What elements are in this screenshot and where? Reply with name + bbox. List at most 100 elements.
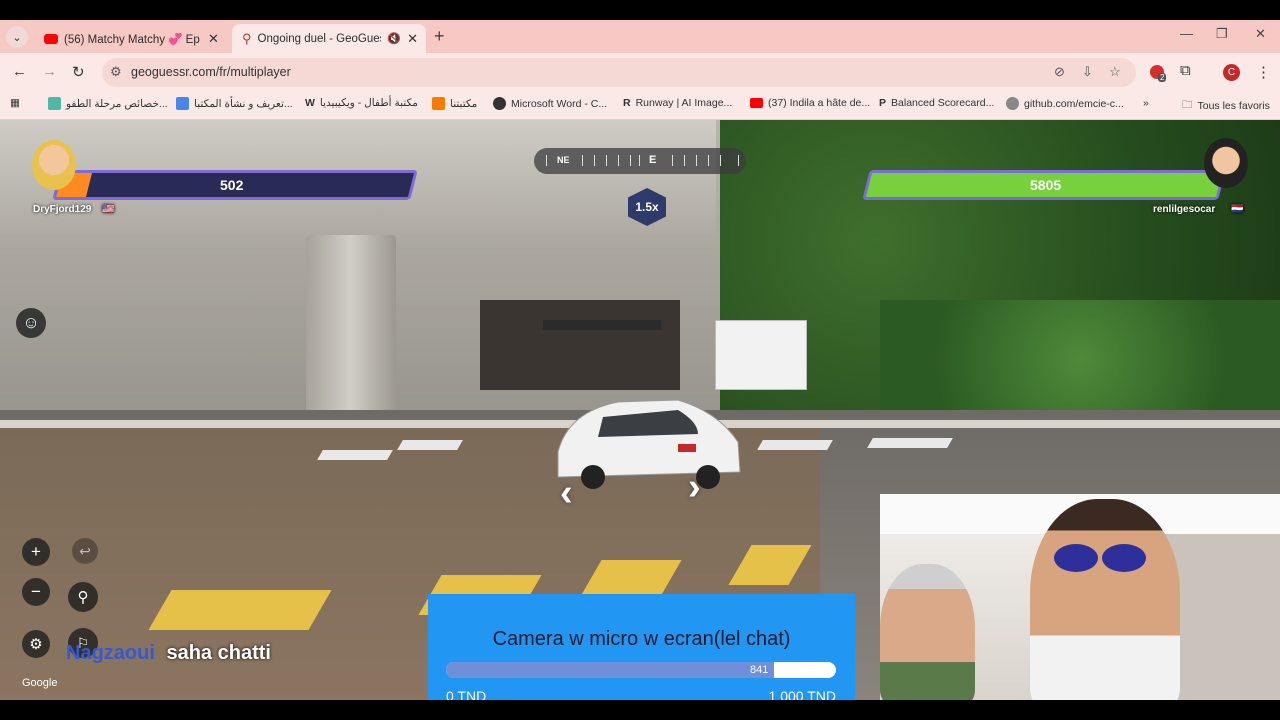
compass-tick bbox=[684, 155, 685, 166]
site-info-icon[interactable]: ⚙ bbox=[110, 64, 122, 80]
location-pin-icon: ⚲ bbox=[242, 30, 252, 46]
all-bookmarks-label: Tous les favoris bbox=[1197, 100, 1270, 112]
tab-bar: ⌄ (56) Matchy Matchy 💞 Ep 65: ✕ ⚲ Ongoin… bbox=[0, 20, 1280, 53]
back-icon[interactable]: ← bbox=[12, 63, 27, 80]
install-app-icon[interactable]: ⇩ bbox=[1082, 64, 1093, 80]
tab-search-chevron-icon[interactable]: ⌄ bbox=[6, 26, 28, 48]
youtube-icon bbox=[750, 98, 763, 108]
more-bookmarks-icon[interactable]: » bbox=[1143, 97, 1149, 109]
compass-tick bbox=[708, 155, 709, 166]
donation-goal-title: Camera w micro w ecran(lel chat) bbox=[492, 628, 791, 650]
bookmark-label: (37) Indila a hâte de... bbox=[768, 97, 871, 109]
compass-tick bbox=[618, 155, 619, 166]
bookmark-star-icon[interactable]: ☆ bbox=[1109, 64, 1121, 80]
google-attribution: Google bbox=[22, 677, 58, 689]
donation-goal-min: 0 TND bbox=[446, 688, 487, 700]
bookmark-favicon-icon bbox=[48, 97, 61, 110]
bookmark-item[interactable]: (37) Indila a hâte de... bbox=[750, 97, 870, 109]
globe-icon bbox=[493, 97, 506, 110]
menu-icon[interactable]: ⋮ bbox=[1256, 63, 1271, 81]
crosswalk-stripe bbox=[757, 440, 833, 450]
chat-message: Nagzaoui saha chatti bbox=[66, 642, 271, 665]
letterbox-bottom bbox=[0, 700, 1280, 720]
bookmarks-bar: ▦ خصائص مرحلة الطفو... تعريف و نشأة المك… bbox=[0, 91, 1280, 120]
bookmark-label: مكتبة أطفال - ويكيبيديا bbox=[319, 97, 418, 109]
address-bar[interactable]: ⚙ geoguessr.com/fr/multiplayer ⊘ ⇩ ☆ bbox=[102, 58, 1136, 87]
player-right-health: 5805 bbox=[1030, 177, 1062, 193]
bookmark-item[interactable]: P Balanced Scorecard... bbox=[879, 97, 994, 109]
street-view[interactable]: 502 DryFjord129 🇺🇸 5805 renlilgesocar 🇳🇱… bbox=[0, 120, 1280, 700]
reload-icon[interactable]: ↻ bbox=[72, 63, 85, 81]
car-park-sign bbox=[543, 320, 661, 330]
player-left-flag: 🇺🇸 bbox=[102, 204, 115, 215]
bookmark-item[interactable]: مكتبتنا bbox=[432, 97, 477, 110]
donation-goal-max: 1 000 TND bbox=[768, 688, 836, 700]
chat-text: saha chatti bbox=[166, 642, 271, 664]
move-right-arrow-icon[interactable]: › bbox=[688, 466, 701, 509]
player-right-name: renlilgesocar bbox=[1153, 204, 1216, 215]
letterbox-top bbox=[0, 0, 1280, 20]
forward-icon[interactable]: → bbox=[42, 63, 57, 80]
apps-grid-icon[interactable]: ▦ bbox=[10, 97, 20, 109]
bookmark-label: github.com/emcie-c... bbox=[1024, 97, 1124, 110]
zoom-out-button[interactable]: − bbox=[22, 578, 50, 606]
crosswalk-stripe bbox=[317, 450, 393, 460]
new-tab-icon[interactable]: + bbox=[434, 26, 445, 47]
donation-goal-current: 841 bbox=[750, 664, 769, 676]
return-to-start-pin-icon[interactable]: ⚲ bbox=[68, 582, 98, 612]
mute-icon[interactable]: 🔇 bbox=[387, 32, 401, 45]
close-icon[interactable]: ✕ bbox=[407, 31, 418, 47]
undo-icon[interactable]: ↩ bbox=[72, 538, 98, 564]
extension-badge: 2 bbox=[1158, 73, 1167, 82]
bookmark-item[interactable]: Microsoft Word - C... bbox=[493, 97, 607, 110]
wikipedia-icon: W bbox=[305, 97, 315, 109]
player-right-avatar bbox=[1204, 138, 1248, 188]
settings-gear-icon[interactable]: ⚙ bbox=[22, 630, 50, 658]
puzzle-icon[interactable]: ⧉ bbox=[1180, 62, 1191, 79]
bookmark-item[interactable]: خصائص مرحلة الطفو... bbox=[48, 97, 168, 110]
player-left-name: DryFjord129 bbox=[33, 204, 92, 215]
emote-icon[interactable]: ☺ bbox=[16, 308, 46, 338]
compass-tick bbox=[606, 155, 607, 166]
close-window-icon[interactable]: ✕ bbox=[1255, 26, 1266, 42]
profile-avatar[interactable]: C bbox=[1223, 64, 1240, 81]
minimize-icon[interactable]: — bbox=[1180, 26, 1193, 41]
truck bbox=[715, 320, 807, 390]
p-icon: P bbox=[879, 97, 887, 109]
youtube-icon bbox=[44, 33, 58, 44]
webcam-person-right bbox=[1030, 499, 1180, 700]
all-bookmarks[interactable]: 🗀 Tous les favoris bbox=[1182, 97, 1270, 115]
github-icon bbox=[1006, 97, 1019, 110]
shrubs bbox=[880, 300, 1280, 420]
bookmark-favicon-icon bbox=[176, 97, 189, 110]
bookmark-label: خصائص مرحلة الطفو... bbox=[66, 97, 168, 110]
bookmark-item[interactable]: W مكتبة أطفال - ويكيبيديا bbox=[305, 97, 418, 109]
restore-icon[interactable]: ❐ bbox=[1216, 26, 1228, 42]
tracking-off-icon[interactable]: ⊘ bbox=[1054, 64, 1065, 80]
compass-tick bbox=[639, 155, 640, 166]
compass-ne: NE bbox=[557, 155, 570, 165]
screen: ⌄ (56) Matchy Matchy 💞 Ep 65: ✕ ⚲ Ongoin… bbox=[0, 0, 1280, 720]
compass-e: E bbox=[649, 154, 657, 166]
donation-goal-fill bbox=[446, 662, 774, 678]
move-left-arrow-icon[interactable]: ‹ bbox=[560, 472, 573, 515]
compass-tick bbox=[582, 155, 583, 166]
bookmark-label: Runway | AI Image... bbox=[635, 97, 733, 109]
compass-tick bbox=[696, 155, 697, 166]
webcam-person-left bbox=[880, 564, 975, 700]
compass-tick bbox=[594, 155, 595, 166]
yellow-marking bbox=[148, 590, 332, 630]
tab-geoguessr[interactable]: ⚲ Ongoing duel - GeoGuessr 🔇 ✕ bbox=[232, 24, 426, 53]
bookmark-item[interactable]: تعريف و نشأة المكتبا... bbox=[176, 97, 293, 110]
zoom-in-button[interactable]: + bbox=[22, 538, 50, 566]
close-icon[interactable]: ✕ bbox=[208, 31, 219, 47]
bookmark-item[interactable]: github.com/emcie-c... bbox=[1006, 97, 1124, 110]
tab-matchy[interactable]: (56) Matchy Matchy 💞 Ep 65: ✕ bbox=[34, 24, 228, 53]
donation-goal-widget: Camera w micro w ecran(lel chat) 841 0 T… bbox=[428, 594, 855, 700]
bookmark-item[interactable]: R Runway | AI Image... bbox=[623, 97, 732, 109]
player-left-health: 502 bbox=[220, 177, 244, 193]
bookmark-label: مكتبتنا bbox=[450, 97, 478, 110]
player-right-flag: 🇳🇱 bbox=[1231, 204, 1244, 215]
bookmark-label: تعريف و نشأة المكتبا... bbox=[194, 97, 293, 110]
blogger-icon bbox=[432, 97, 445, 110]
